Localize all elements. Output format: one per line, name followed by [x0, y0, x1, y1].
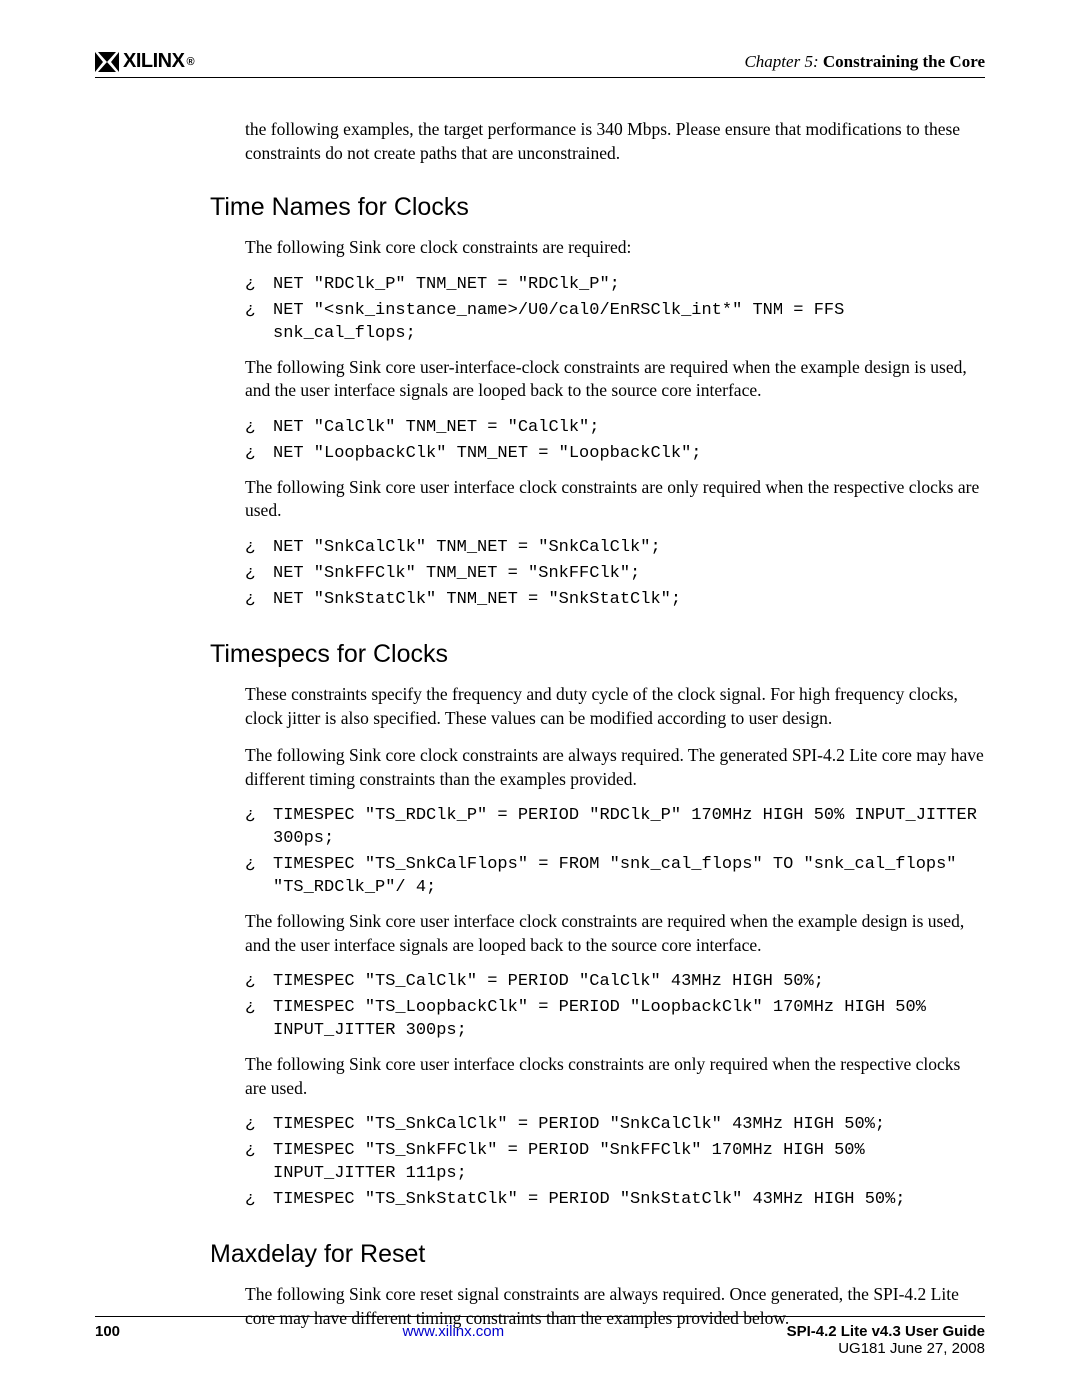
- intro-paragraph: the following examples, the target perfo…: [245, 118, 985, 165]
- code-line: TIMESPEC "TS_LoopbackClk" = PERIOD "Loop…: [273, 997, 985, 1043]
- code-line: NET "<snk_instance_name>/U0/cal0/EnRSClk…: [273, 300, 985, 346]
- bullet-icon: ¿: [245, 563, 273, 586]
- code-line: TIMESPEC "TS_SnkCalClk" = PERIOD "SnkCal…: [273, 1114, 885, 1137]
- bullet-icon: ¿: [245, 1189, 273, 1212]
- s1-code3: ¿NET "SnkCalClk" TNM_NET = "SnkCalClk"; …: [245, 537, 985, 612]
- s2-p1: These constraints specify the frequency …: [245, 683, 985, 730]
- bullet-icon: ¿: [245, 537, 273, 560]
- bullet-icon: ¿: [245, 1114, 273, 1137]
- bullet-icon: ¿: [245, 443, 273, 466]
- section-heading-time-names: Time Names for Clocks: [210, 193, 985, 222]
- code-line: TIMESPEC "TS_SnkFFClk" = PERIOD "SnkFFCl…: [273, 1140, 985, 1186]
- bullet-icon: ¿: [245, 854, 273, 877]
- bullet-icon: ¿: [245, 300, 273, 323]
- footer-link[interactable]: www.xilinx.com: [402, 1323, 504, 1357]
- s1-code2: ¿NET "CalClk" TNM_NET = "CalClk"; ¿NET "…: [245, 417, 985, 466]
- page-header: XILINX® Chapter 5: Constraining the Core: [95, 50, 985, 78]
- section-heading-timespecs: Timespecs for Clocks: [210, 640, 985, 669]
- registered-icon: ®: [186, 56, 194, 68]
- s2-p4: The following Sink core user interface c…: [245, 1053, 985, 1100]
- code-line: NET "RDClk_P" TNM_NET = "RDClk_P";: [273, 274, 620, 297]
- chapter-prefix: Chapter 5:: [744, 52, 818, 71]
- doc-title: SPI-4.2 Lite v4.3 User Guide: [787, 1323, 985, 1340]
- chapter-title: Constraining the Core: [823, 52, 985, 71]
- bullet-icon: ¿: [245, 971, 273, 994]
- code-line: NET "CalClk" TNM_NET = "CalClk";: [273, 417, 599, 440]
- page-footer: 100 www.xilinx.com SPI-4.2 Lite v4.3 Use…: [95, 1316, 985, 1357]
- bullet-icon: ¿: [245, 805, 273, 828]
- s1-p2: The following Sink core user-interface-c…: [245, 356, 985, 403]
- xilinx-logo: XILINX®: [95, 50, 194, 73]
- bullet-icon: ¿: [245, 589, 273, 612]
- s2-p2: The following Sink core clock constraint…: [245, 744, 985, 791]
- s1-p3: The following Sink core user interface c…: [245, 476, 985, 523]
- s1-code1: ¿NET "RDClk_P" TNM_NET = "RDClk_P"; ¿NET…: [245, 274, 985, 346]
- s2-code1: ¿TIMESPEC "TS_RDClk_P" = PERIOD "RDClk_P…: [245, 805, 985, 900]
- bullet-icon: ¿: [245, 274, 273, 297]
- bullet-icon: ¿: [245, 997, 273, 1020]
- footer-right: SPI-4.2 Lite v4.3 User Guide UG181 June …: [787, 1323, 985, 1357]
- code-line: TIMESPEC "TS_SnkStatClk" = PERIOD "SnkSt…: [273, 1189, 906, 1212]
- section-heading-maxdelay: Maxdelay for Reset: [210, 1240, 985, 1269]
- code-line: NET "SnkStatClk" TNM_NET = "SnkStatClk";: [273, 589, 681, 612]
- code-line: NET "LoopbackClk" TNM_NET = "LoopbackClk…: [273, 443, 701, 466]
- s2-p3: The following Sink core user interface c…: [245, 910, 985, 957]
- xilinx-logo-icon: [95, 52, 119, 72]
- chapter-breadcrumb: Chapter 5: Constraining the Core: [744, 52, 985, 72]
- bullet-icon: ¿: [245, 1140, 273, 1163]
- code-line: TIMESPEC "TS_SnkCalFlops" = FROM "snk_ca…: [273, 854, 985, 900]
- doc-sub: UG181 June 27, 2008: [787, 1340, 985, 1357]
- page-number: 100: [95, 1323, 120, 1357]
- code-line: TIMESPEC "TS_RDClk_P" = PERIOD "RDClk_P"…: [273, 805, 985, 851]
- s2-code3: ¿TIMESPEC "TS_SnkCalClk" = PERIOD "SnkCa…: [245, 1114, 985, 1212]
- s2-code2: ¿TIMESPEC "TS_CalClk" = PERIOD "CalClk" …: [245, 971, 985, 1043]
- bullet-icon: ¿: [245, 417, 273, 440]
- logo-text: XILINX: [123, 50, 184, 73]
- code-line: TIMESPEC "TS_CalClk" = PERIOD "CalClk" 4…: [273, 971, 824, 994]
- code-line: NET "SnkFFClk" TNM_NET = "SnkFFClk";: [273, 563, 640, 586]
- s1-p1: The following Sink core clock constraint…: [245, 236, 985, 260]
- code-line: NET "SnkCalClk" TNM_NET = "SnkCalClk";: [273, 537, 661, 560]
